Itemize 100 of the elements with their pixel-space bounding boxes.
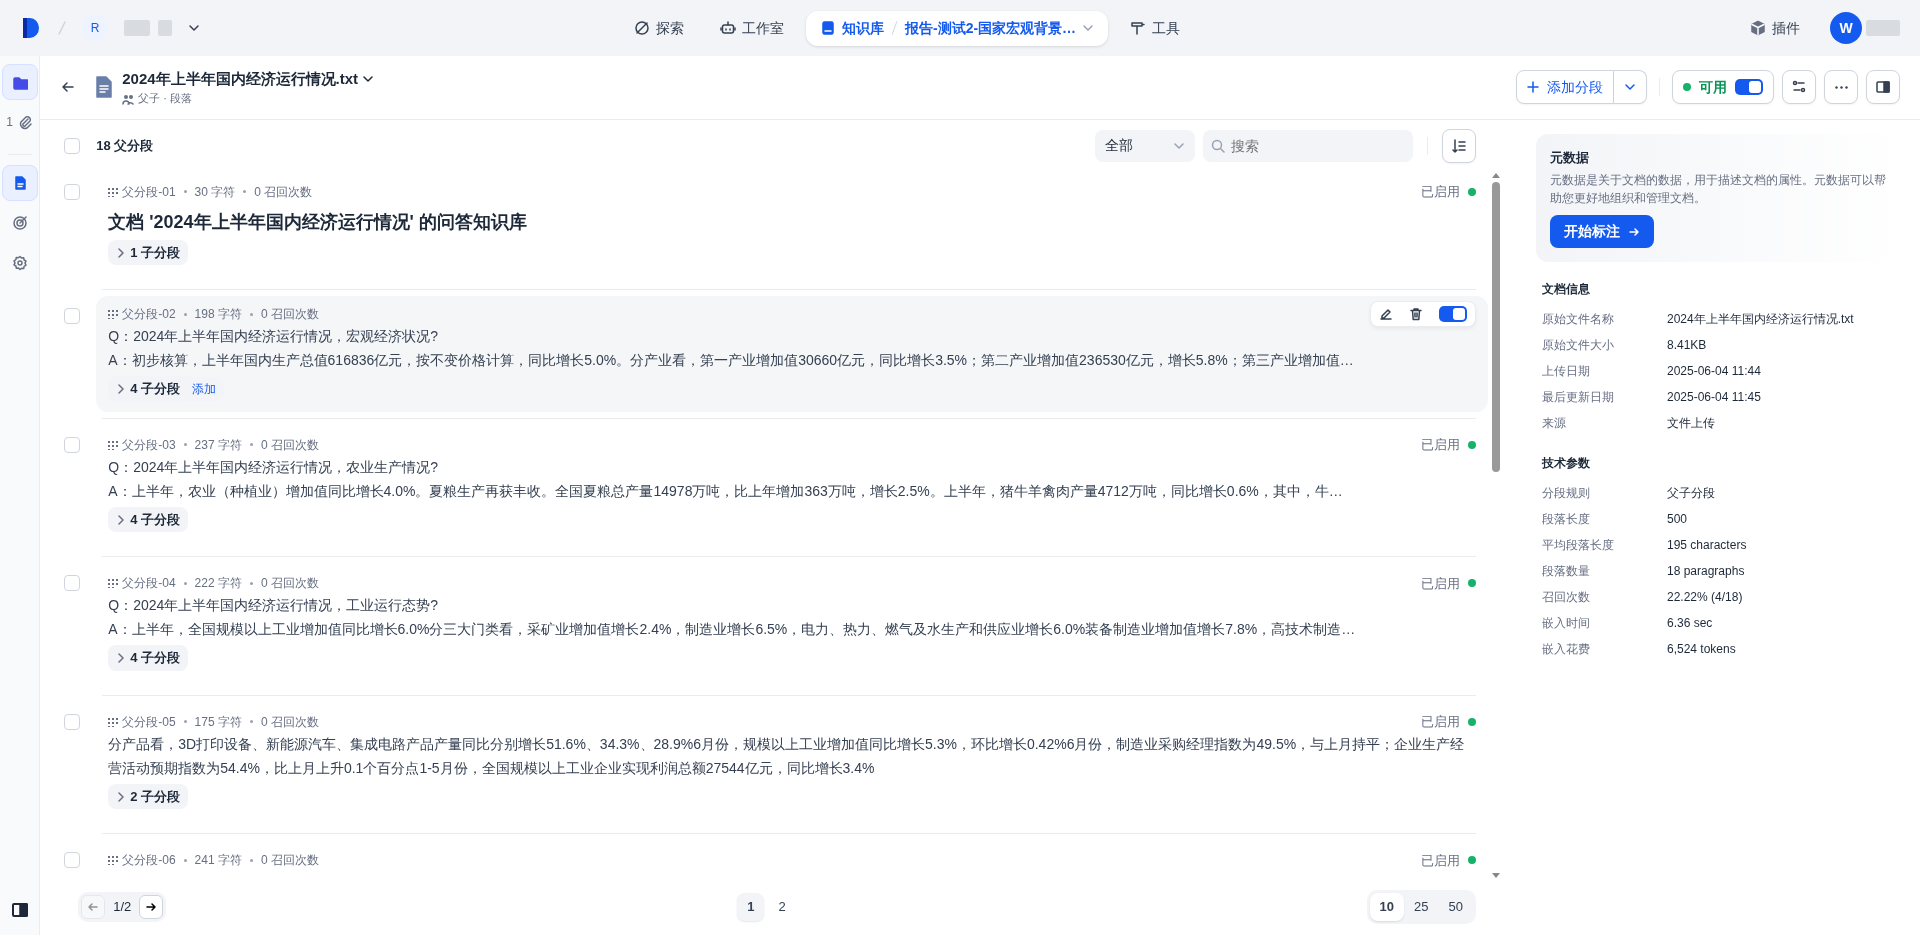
child-segments-toggle[interactable]: 1 子分段 — [108, 239, 189, 266]
field-label: 段落数量 — [1542, 563, 1591, 581]
nav-tab[interactable]: 工具 — [1116, 10, 1195, 46]
chevron-right-icon — [116, 514, 127, 525]
recall-count: 0 召回次数 — [254, 183, 313, 201]
select-all-checkbox[interactable] — [64, 137, 81, 154]
segment-id: 父分段-04 — [122, 575, 176, 593]
settings-icon — [11, 255, 28, 271]
logo-icon[interactable] — [20, 16, 42, 40]
next-page-button[interactable] — [139, 895, 164, 920]
page-size-option[interactable]: 50 — [1438, 893, 1473, 921]
delete-icon[interactable] — [1409, 307, 1423, 322]
char-count: 237 字符 — [194, 436, 242, 454]
slash-divider-icon — [58, 20, 66, 36]
sort-button[interactable] — [1442, 128, 1476, 163]
child-segments-toggle[interactable]: 4 子分段 — [108, 506, 189, 533]
panel-icon — [1875, 79, 1891, 96]
grid-dots-icon — [108, 309, 119, 320]
field-label: 最后更新日期 — [1542, 389, 1615, 407]
row-checkbox[interactable] — [64, 308, 81, 325]
metadata-title: 元数据 — [1550, 148, 1590, 167]
start-annotation-button[interactable]: 开始标注 — [1550, 215, 1654, 249]
row-checkbox[interactable] — [64, 183, 81, 200]
char-count: 175 字符 — [194, 713, 242, 731]
arrow-left-icon — [87, 901, 100, 914]
field-label: 平均段落长度 — [1542, 537, 1615, 555]
status-label: 已启用 — [1421, 183, 1460, 202]
segment-id: 父分段-01 — [122, 183, 176, 201]
page-button[interactable]: 1 — [737, 893, 765, 921]
breadcrumb-link[interactable]: 报告-测试2-国家宏观背景… — [905, 17, 1077, 39]
redacted-name — [1866, 20, 1900, 36]
row-checkbox[interactable] — [64, 713, 81, 730]
field-value: 6,524 tokens — [1667, 641, 1736, 659]
availability-control[interactable]: 可用 — [1672, 70, 1774, 105]
separator-dot — [249, 720, 253, 724]
status-label: 已启用 — [1421, 851, 1460, 870]
scrollbar[interactable] — [1492, 171, 1500, 880]
question-text: Q：2024年上半年国内经济运行情况，工业运行态势? — [108, 596, 440, 616]
toggle-switch[interactable] — [1735, 79, 1763, 96]
workspace-avatar[interactable]: R — [82, 15, 108, 41]
row-checkbox[interactable] — [64, 852, 81, 869]
segment-heading: 文档 '2024年上半年国内经济运行情况' 的问答知识库 — [108, 210, 528, 234]
sidebar-item[interactable]: 1 — [1, 104, 38, 140]
field-label: 召回次数 — [1542, 589, 1591, 607]
edit-icon[interactable] — [1379, 307, 1393, 322]
child-segments-toggle[interactable]: 2 子分段 — [108, 783, 189, 810]
chevron-right-icon — [116, 653, 127, 664]
settings-button[interactable] — [1782, 70, 1816, 105]
separator-dot — [183, 443, 187, 447]
chunking-mode: 父子 · 段落 — [138, 91, 193, 107]
separator-dot — [243, 190, 247, 194]
panel-toggle-icon[interactable] — [10, 901, 29, 919]
status-label: 已启用 — [1421, 436, 1460, 455]
robot-icon — [720, 20, 736, 36]
row-checkbox[interactable] — [64, 575, 81, 592]
toggle-switch[interactable] — [1439, 306, 1467, 323]
panel-button[interactable] — [1866, 70, 1900, 105]
question-text: Q：2024年上半年国内经济运行情况，农业生产情况? — [108, 457, 440, 477]
arrow-right-icon — [145, 901, 158, 914]
separator-dot — [183, 190, 187, 194]
separator-dot — [183, 858, 187, 862]
separator-dot — [249, 858, 253, 862]
char-count: 222 字符 — [194, 575, 242, 593]
recall-count: 0 召回次数 — [260, 575, 319, 593]
field-label: 嵌入花费 — [1542, 641, 1591, 659]
page-indicator: 1/2 — [112, 898, 133, 917]
recall-count: 0 召回次数 — [260, 436, 319, 454]
sidebar-item[interactable] — [1, 64, 38, 100]
nav-tab[interactable]: 知识库 报告-测试2-国家宏观背景… — [806, 10, 1109, 46]
nav-tab[interactable]: 探索 — [620, 10, 698, 46]
separator-dot — [183, 312, 187, 316]
grid-dots-icon — [108, 186, 119, 197]
field-value: 500 — [1667, 511, 1688, 529]
field-label: 来源 — [1542, 415, 1567, 433]
user-avatar[interactable]: W — [1830, 12, 1862, 44]
page-size-option[interactable]: 10 — [1369, 893, 1405, 921]
grid-dots-icon — [108, 578, 119, 589]
page-size-option[interactable]: 25 — [1404, 893, 1439, 921]
field-label: 嵌入时间 — [1542, 615, 1591, 633]
page-button[interactable]: 2 — [768, 893, 796, 921]
row-checkbox[interactable] — [64, 436, 81, 453]
arrow-right-icon — [1628, 225, 1640, 238]
answer-text: A：初步核算，上半年国内生产总值616836亿元，按不变价格计算，同比增长5.0%。分产业看，第一产业增加值30660亿元，同比增长3.5%；第二产业增加值236530亿元，增长5.8%；第三产业增加值… — [108, 351, 1355, 371]
list-sort-icon — [1451, 137, 1467, 154]
add-segment-button[interactable]: 添加分段 — [1516, 70, 1614, 105]
chevron-right-icon — [116, 384, 127, 395]
redacted-name — [124, 20, 172, 36]
separator-dot — [249, 581, 253, 585]
filter-select[interactable]: 全部 — [1095, 129, 1195, 162]
segment-id: 父分段-06 — [122, 852, 176, 870]
search-field[interactable]: 搜索 — [1203, 129, 1413, 162]
nav-tab[interactable]: 工作室 — [706, 10, 798, 46]
folder-icon — [11, 74, 28, 90]
status-label: 已启用 — [1421, 574, 1460, 593]
plugins-link[interactable]: 插件 — [1736, 10, 1814, 46]
sidebar-item[interactable] — [1, 165, 38, 201]
answer-text: A：上半年，全国规模以上工业增加值同比增长6.0%分三大门类看，采矿业增加值增长2.4%，制造业增长6.5%，电力、热力、燃气及水生产和供应业增长6.0%装备制造业增加值增长7.8%，高技术制造… — [108, 620, 1357, 640]
answer-text: A：上半年，农业（种植业）增加值同比增长4.0%。夏粮生产再获丰收。全国夏粮总产量14978万吨，比上年增加363万吨，增长2.5%。上半年，猪牛羊禽肉产量4712万吨，同比增长0.6%，其中，牛… — [108, 481, 1344, 501]
chevron-down-icon[interactable] — [188, 22, 200, 34]
child-segments-toggle[interactable]: 4 子分段 — [108, 645, 189, 671]
